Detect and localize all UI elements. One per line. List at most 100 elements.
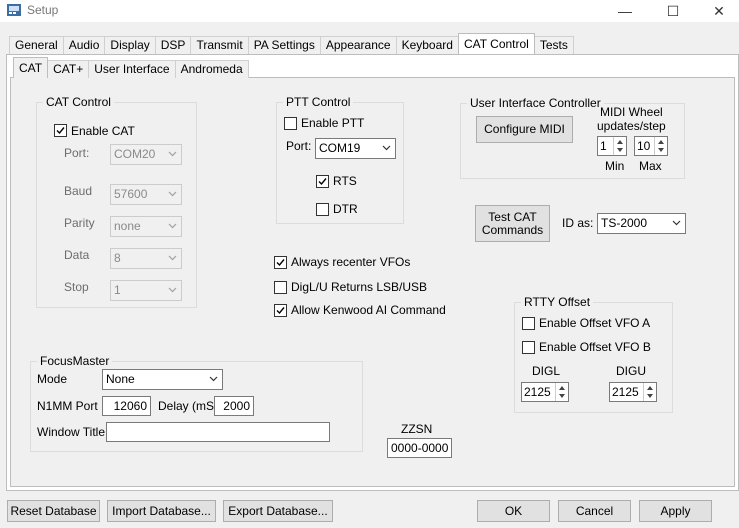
ok-button[interactable]: OK xyxy=(477,500,550,522)
chevron-down-icon xyxy=(382,145,391,151)
tab-user-interface[interactable]: User Interface xyxy=(88,60,176,78)
cat-data-select[interactable]: 8 xyxy=(110,248,182,269)
tab-cat-control[interactable]: CAT Control xyxy=(457,33,535,54)
tab-cat[interactable]: CAT xyxy=(13,57,49,78)
allow-kenwood-ai-label: Allow Kenwood AI Command xyxy=(291,303,446,317)
tab-display[interactable]: Display xyxy=(104,36,156,54)
tab-keyboard[interactable]: Keyboard xyxy=(395,36,459,54)
always-recenter-vfos-checkbox[interactable] xyxy=(274,256,287,269)
ptt-port-select[interactable]: COM19 xyxy=(315,138,396,159)
enable-cat-label: Enable CAT xyxy=(71,124,135,138)
midi-min-stepper[interactable]: 1 xyxy=(597,136,627,156)
tab-cat-plus[interactable]: CAT+ xyxy=(47,60,90,78)
cat-parity-label: Parity xyxy=(64,216,95,230)
dtr-checkbox[interactable] xyxy=(316,203,329,216)
always-recenter-vfos-label: Always recenter VFOs xyxy=(291,255,411,269)
max-label: Max xyxy=(639,159,662,173)
digl-stepper[interactable]: 2125 xyxy=(521,382,569,402)
ptt-control-title: PTT Control xyxy=(283,95,354,109)
chevron-down-icon xyxy=(209,376,218,382)
chevron-down-icon xyxy=(168,191,177,197)
window-title-input[interactable] xyxy=(106,422,330,442)
tab-tests[interactable]: Tests xyxy=(533,36,574,54)
cat-parity-select[interactable]: none xyxy=(110,216,182,237)
minimize-icon: — xyxy=(618,3,632,19)
reset-database-button[interactable]: Reset Database xyxy=(7,500,100,522)
tab-dsp[interactable]: DSP xyxy=(154,36,192,54)
midi-wheel-label: MIDI Wheel xyxy=(600,105,663,119)
import-database-button[interactable]: Import Database... xyxy=(107,500,216,522)
ptt-port-label: Port: xyxy=(286,139,312,153)
delay-input[interactable]: 2000 xyxy=(214,396,254,416)
focusmaster-mode-select[interactable]: None xyxy=(102,369,223,390)
configure-midi-button[interactable]: Configure MIDI xyxy=(476,116,573,143)
tab-andromeda[interactable]: Andromeda xyxy=(174,60,249,78)
updates-per-step-label: updates/step xyxy=(597,119,666,133)
chevron-down-icon xyxy=(168,151,177,157)
rtty-offset-title: RTTY Offset xyxy=(521,295,594,309)
tab-appearance[interactable]: Appearance xyxy=(319,36,397,54)
spin-arrows-icon[interactable] xyxy=(613,137,626,155)
digl-u-returns-checkbox[interactable] xyxy=(274,281,287,294)
offset-vfo-a-checkbox[interactable] xyxy=(522,317,535,330)
id-as-label: ID as: xyxy=(562,216,594,230)
window-title-label: Window Title xyxy=(37,425,106,439)
sub-tab-strip: CAT CAT+ User Interface Andromeda xyxy=(13,57,249,81)
checkmark-icon xyxy=(276,259,285,267)
allow-kenwood-ai-checkbox[interactable] xyxy=(274,304,287,317)
offset-vfo-a-label: Enable Offset VFO A xyxy=(539,316,651,330)
maximize-button[interactable]: ☐ xyxy=(650,0,696,22)
cancel-button[interactable]: Cancel xyxy=(558,500,631,522)
app-icon xyxy=(6,2,22,18)
cat-baud-select[interactable]: 57600 xyxy=(110,184,182,205)
dtr-label: DTR xyxy=(333,202,358,216)
tab-general[interactable]: General xyxy=(9,36,64,54)
id-as-select[interactable]: TS-2000 xyxy=(597,213,686,234)
spin-arrows-icon[interactable] xyxy=(555,383,568,401)
enable-ptt-label: Enable PTT xyxy=(301,116,365,130)
mode-label: Mode xyxy=(37,372,68,386)
digu-label: DIGU xyxy=(616,364,646,378)
title-bar: Setup — ☐ ✕ xyxy=(0,0,739,22)
chevron-down-icon xyxy=(168,287,177,293)
tab-audio[interactable]: Audio xyxy=(62,36,106,54)
enable-ptt-checkbox[interactable] xyxy=(284,117,297,130)
digu-stepper[interactable]: 2125 xyxy=(609,382,657,402)
spin-arrows-icon[interactable] xyxy=(643,383,656,401)
chevron-down-icon xyxy=(168,223,177,229)
zzsn-label: ZZSN xyxy=(401,422,433,436)
top-tab-strip: General Audio Display DSP Transmit PA Se… xyxy=(9,33,574,57)
tab-pa-settings[interactable]: PA Settings xyxy=(247,36,321,54)
offset-vfo-b-label: Enable Offset VFO B xyxy=(539,340,651,354)
minimize-button[interactable]: — xyxy=(602,0,648,22)
tab-transmit[interactable]: Transmit xyxy=(190,36,249,54)
min-label: Min xyxy=(605,159,625,173)
checkmark-icon xyxy=(56,127,65,135)
offset-vfo-b-checkbox[interactable] xyxy=(522,341,535,354)
n1mm-port-label: N1MM Port xyxy=(37,399,98,413)
close-icon: ✕ xyxy=(713,2,725,19)
rts-label: RTS xyxy=(333,174,357,188)
close-button[interactable]: ✕ xyxy=(696,0,739,22)
checkmark-icon xyxy=(276,307,285,315)
midi-max-stepper[interactable]: 10 xyxy=(634,136,668,156)
cat-port-select[interactable]: COM20 xyxy=(110,144,182,165)
checkmark-icon xyxy=(318,178,327,186)
cat-control-title: CAT Control xyxy=(43,95,114,109)
export-database-button[interactable]: Export Database... xyxy=(223,500,333,522)
apply-button[interactable]: Apply xyxy=(639,500,712,522)
cat-data-label: Data xyxy=(64,248,90,262)
enable-cat-checkbox[interactable] xyxy=(54,124,67,137)
test-cat-commands-button[interactable]: Test CAT Commands xyxy=(475,205,550,242)
zzsn-value: 0000-0000 xyxy=(387,438,452,458)
focusmaster-title: FocusMaster xyxy=(37,354,113,368)
digl-label: DIGL xyxy=(532,364,561,378)
rts-checkbox[interactable] xyxy=(316,175,329,188)
n1mm-port-input[interactable]: 12060 xyxy=(102,396,151,416)
digl-u-returns-label: DigL/U Returns LSB/USB xyxy=(291,280,428,294)
spin-arrows-icon[interactable] xyxy=(654,137,667,155)
cat-baud-label: Baud xyxy=(64,184,93,198)
cat-stop-select[interactable]: 1 xyxy=(110,280,182,301)
cat-port-label: Port: xyxy=(64,146,90,160)
window-title: Setup xyxy=(27,3,59,17)
